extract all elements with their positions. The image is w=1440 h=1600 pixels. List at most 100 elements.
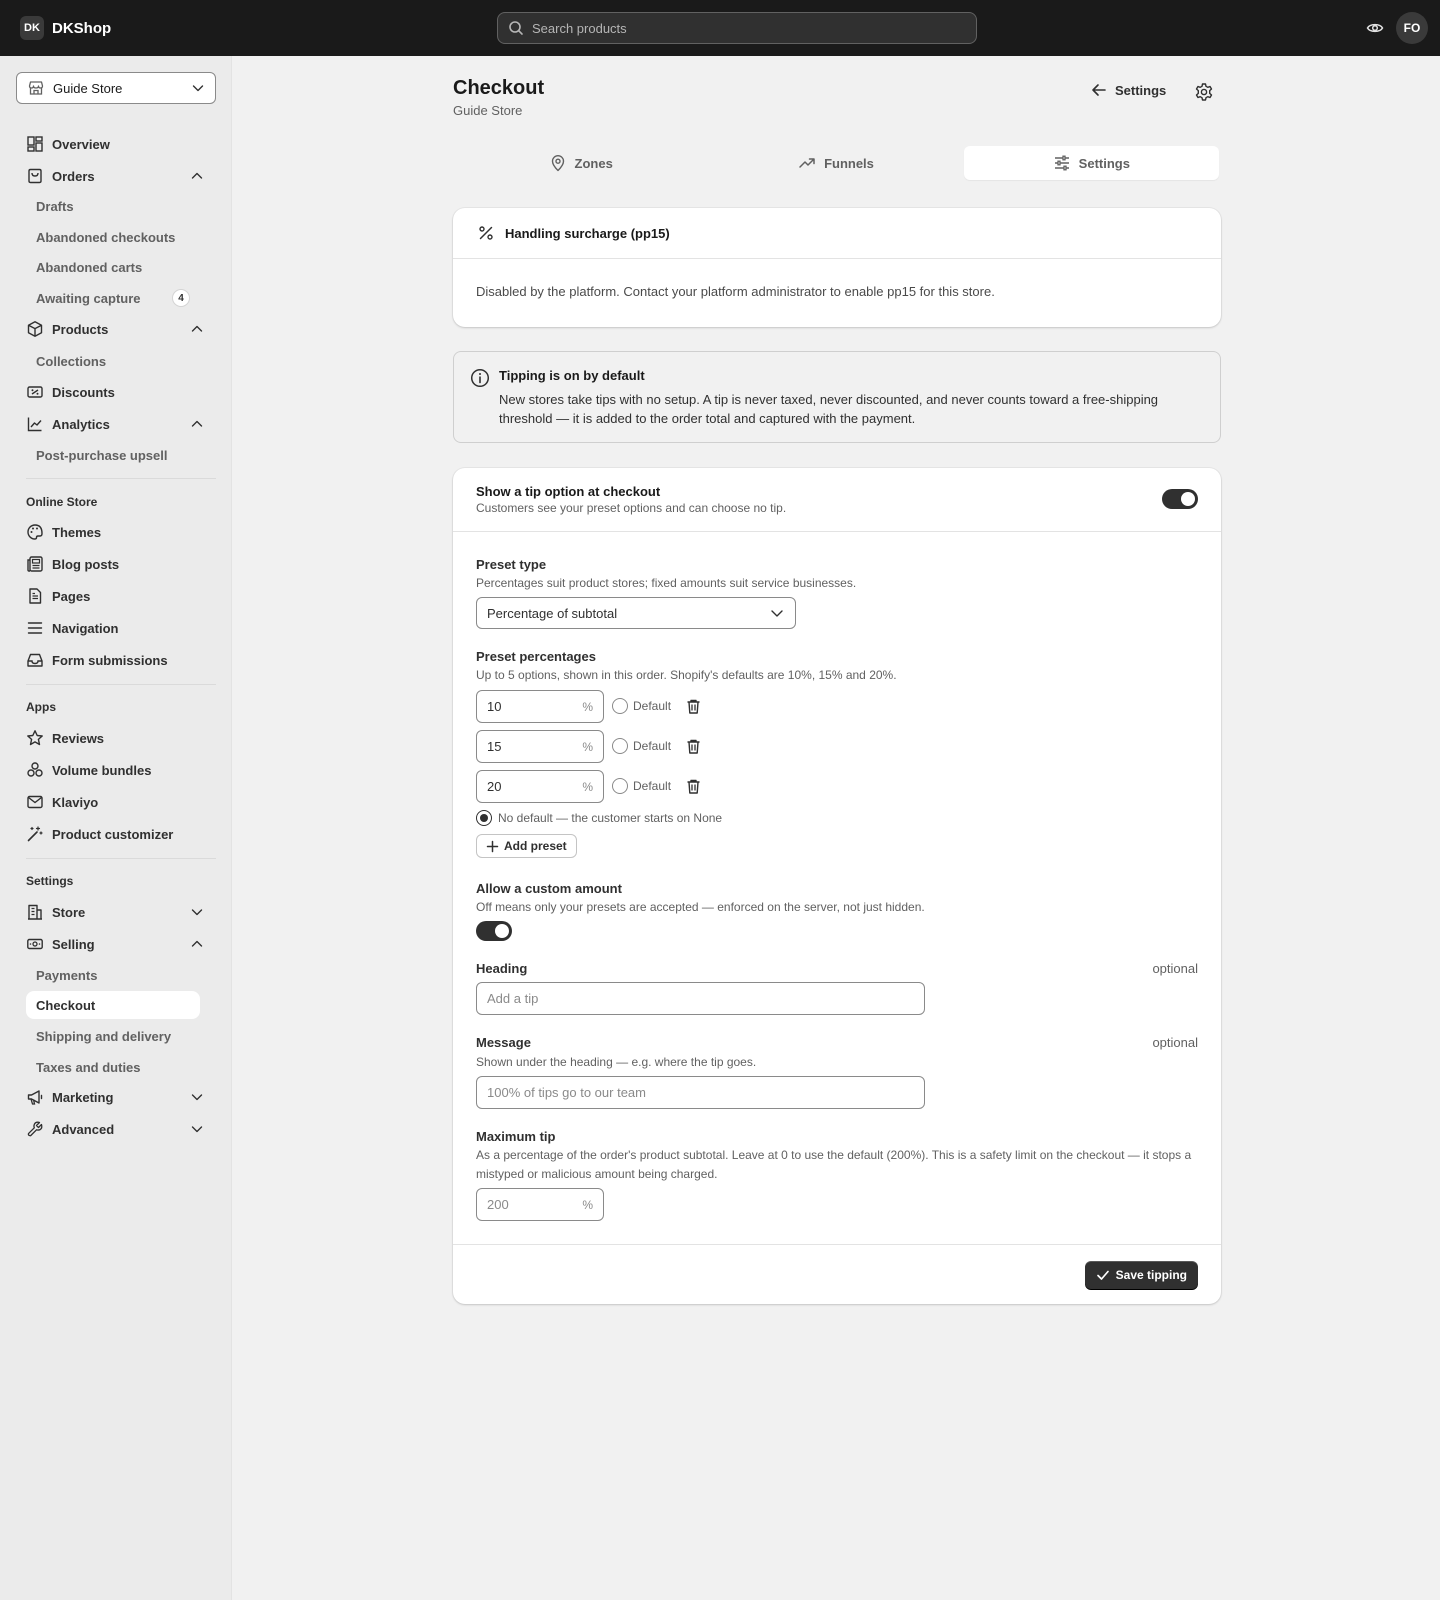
message-input[interactable] <box>476 1076 925 1109</box>
radio-button[interactable] <box>476 810 492 826</box>
surcharge-card-header: Handling surcharge (pp15) <box>453 208 1221 259</box>
show-tip-row: Show a tip option at checkout Customers … <box>453 468 1221 532</box>
sidebar-item-label: Volume bundles <box>52 762 152 778</box>
sidebar-item-reviews[interactable]: Reviews <box>16 724 216 752</box>
preset-input-row[interactable]: % <box>476 730 604 763</box>
show-tip-toggle[interactable] <box>1162 489 1198 509</box>
chevron-down-icon[interactable] <box>190 1090 204 1104</box>
preset-input[interactable] <box>487 699 577 714</box>
search-box[interactable] <box>497 12 977 44</box>
sidebar-item-themes[interactable]: Themes <box>16 518 216 546</box>
preset-default-radio[interactable]: Default <box>612 738 671 754</box>
banner-title: Tipping is on by default <box>499 368 645 383</box>
sidebar-item-shipping[interactable]: Shipping and delivery <box>26 1022 200 1050</box>
max-tip-field[interactable]: % <box>476 1188 604 1221</box>
radio-button[interactable] <box>612 738 628 754</box>
search-input[interactable] <box>532 20 952 36</box>
trash-icon[interactable] <box>685 698 702 715</box>
sidebar-divider <box>26 684 216 685</box>
back-to-settings-button[interactable]: Settings <box>1091 82 1166 98</box>
custom-amount-toggle[interactable] <box>476 921 512 941</box>
sidebar-item-label: Awaiting capture <box>36 290 141 306</box>
preset-default-radio[interactable]: Default <box>612 698 671 714</box>
sidebar-item-collections[interactable]: Collections <box>26 347 200 375</box>
optional-label: optional <box>1152 961 1198 976</box>
sidebar-item-overview[interactable]: Overview <box>16 130 216 158</box>
sidebar-item-klaviyo[interactable]: Klaviyo <box>16 788 216 816</box>
chevron-up-icon[interactable] <box>190 417 204 431</box>
preset-input-row[interactable]: % <box>476 770 604 803</box>
avatar[interactable]: FO <box>1396 12 1428 44</box>
sidebar-item-abandoned-carts[interactable]: Abandoned carts <box>26 253 200 281</box>
message-help: Shown under the heading — e.g. where the… <box>476 1055 757 1069</box>
percent-suffix: % <box>582 699 593 714</box>
add-preset-button[interactable]: Add preset <box>476 834 577 858</box>
radio-button[interactable] <box>612 778 628 794</box>
brand[interactable]: DK DKShop <box>20 16 111 40</box>
chevron-up-icon[interactable] <box>190 169 204 183</box>
trash-icon[interactable] <box>685 738 702 755</box>
surcharge-message: Disabled by the platform. Contact your p… <box>476 284 995 299</box>
sidebar-item-label: Analytics <box>52 416 110 432</box>
preset-type-select[interactable]: Percentage of subtotal <box>476 597 796 629</box>
card-footer: Save tipping <box>453 1244 1221 1304</box>
no-default-radio[interactable]: No default — the customer starts on None <box>476 810 722 826</box>
percent-icon <box>477 224 495 242</box>
sidebar-item-taxes[interactable]: Taxes and duties <box>26 1053 200 1081</box>
tab-settings[interactable]: Settings <box>963 146 1219 180</box>
sidebar-item-form-submissions[interactable]: Form submissions <box>16 646 216 674</box>
sidebar-item-advanced[interactable]: Advanced <box>16 1115 216 1143</box>
sidebar-item-pages[interactable]: Pages <box>16 582 216 610</box>
preset-percentages-help: Up to 5 options, shown in this order. Sh… <box>476 668 897 682</box>
sidebar-item-product-customizer[interactable]: Product customizer <box>16 820 216 848</box>
sidebar-item-label: Products <box>52 321 109 337</box>
sidebar-item-analytics[interactable]: Analytics <box>16 410 216 438</box>
show-tip-title: Show a tip option at checkout <box>476 484 661 499</box>
sidebar-item-awaiting-capture[interactable]: Awaiting capture 4 <box>26 284 200 312</box>
sidebar-item-selling[interactable]: Selling <box>16 930 216 958</box>
chevron-up-icon[interactable] <box>190 322 204 336</box>
tab-funnels[interactable]: Funnels <box>708 146 963 180</box>
analytics-icon <box>26 415 44 433</box>
sidebar-item-abandoned-checkouts[interactable]: Abandoned checkouts <box>26 223 200 251</box>
sidebar-item-payments[interactable]: Payments <box>26 961 200 989</box>
brand-badge: DK <box>20 16 44 40</box>
sidebar-item-post-purchase-upsell[interactable]: Post-purchase upsell <box>26 441 200 469</box>
default-label: Default <box>633 699 672 713</box>
trash-icon[interactable] <box>685 778 702 795</box>
store-name: Guide Store <box>53 80 123 96</box>
chevron-down-icon[interactable] <box>190 1122 204 1136</box>
radio-button[interactable] <box>612 698 628 714</box>
store-selector[interactable]: Guide Store <box>16 72 216 104</box>
sidebar-item-store[interactable]: Store <box>16 898 216 926</box>
sidebar-item-volume-bundles[interactable]: Volume bundles <box>16 756 216 784</box>
save-label: Save tipping <box>1115 1268 1187 1282</box>
preset-input[interactable] <box>487 779 577 794</box>
sidebar-item-orders[interactable]: Orders <box>16 162 216 190</box>
save-tipping-button[interactable]: Save tipping <box>1084 1261 1198 1289</box>
max-tip-input[interactable] <box>487 1197 577 1212</box>
inbox-icon <box>26 651 44 669</box>
count-badge: 4 <box>172 289 190 307</box>
sidebar-item-blog-posts[interactable]: Blog posts <box>16 550 216 578</box>
add-preset-label: Add preset <box>504 839 567 853</box>
settings-gear-button[interactable] <box>1194 82 1214 102</box>
sidebar-item-discounts[interactable]: Discounts <box>16 378 216 406</box>
sidebar-item-marketing[interactable]: Marketing <box>16 1083 216 1111</box>
eye-icon[interactable] <box>1366 19 1384 37</box>
chevron-up-icon[interactable] <box>190 937 204 951</box>
banner-body: New stores take tips with no setup. A ti… <box>499 392 1159 426</box>
sidebar-item-label: Marketing <box>52 1089 114 1105</box>
preset-default-radio[interactable]: Default <box>612 778 671 794</box>
chevron-down-icon <box>191 81 205 95</box>
heading-input[interactable] <box>476 982 925 1015</box>
megaphone-icon <box>26 1088 44 1106</box>
sidebar-item-checkout[interactable]: Checkout <box>26 991 200 1019</box>
sidebar-item-drafts[interactable]: Drafts <box>26 192 200 220</box>
sidebar-item-navigation[interactable]: Navigation <box>16 614 216 642</box>
tab-zones[interactable]: Zones <box>453 146 708 180</box>
preset-input[interactable] <box>487 739 577 754</box>
preset-input-row[interactable]: % <box>476 690 604 723</box>
sidebar-item-products[interactable]: Products <box>16 315 216 343</box>
chevron-down-icon[interactable] <box>190 905 204 919</box>
